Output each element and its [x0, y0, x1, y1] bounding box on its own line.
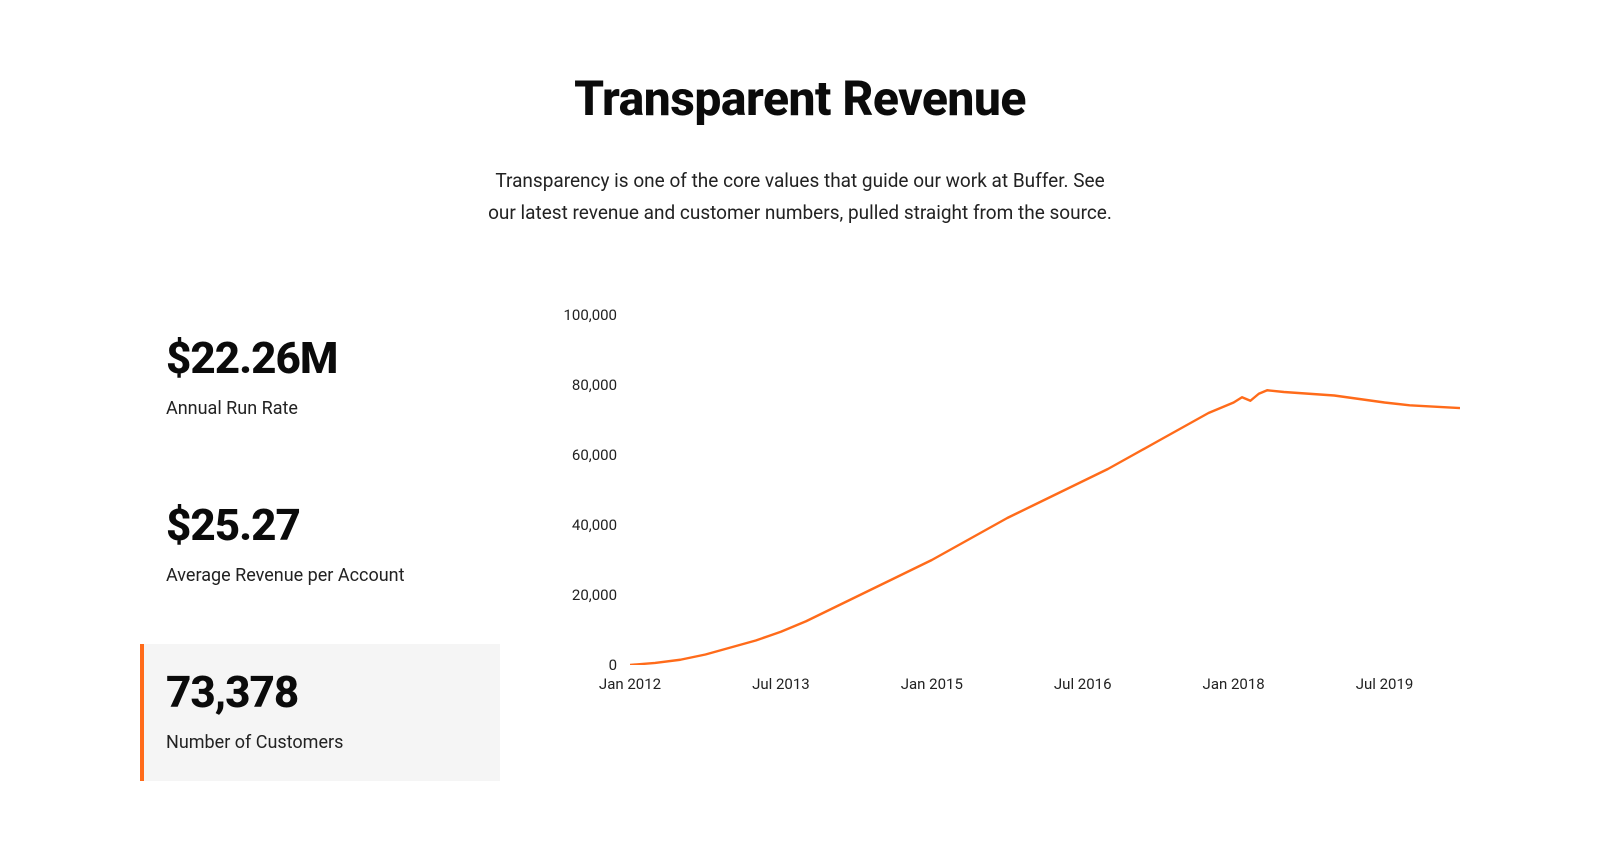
- chart-x-tick: Jul 2019: [1356, 675, 1414, 693]
- stat-arr-label: Annual Run Rate: [166, 398, 478, 419]
- chart-plot: [630, 315, 1460, 665]
- chart-line-svg: [630, 315, 1460, 665]
- stat-arpa[interactable]: $25.27 Average Revenue per Account: [140, 477, 500, 614]
- chart-y-tick: 40,000: [572, 516, 617, 534]
- header: Transparent Revenue Transparency is one …: [140, 70, 1460, 230]
- chart-y-tick: 100,000: [563, 306, 617, 324]
- chart-y-tick: 20,000: [572, 586, 617, 604]
- chart-x-tick: Jan 2018: [1203, 675, 1265, 693]
- page-title: Transparent Revenue: [140, 70, 1460, 127]
- chart-y-tick: 0: [609, 656, 617, 674]
- stats-column: $22.26M Annual Run Rate $25.27 Average R…: [140, 310, 500, 811]
- chart-x-tick: Jan 2012: [599, 675, 661, 693]
- chart-x-axis: Jan 2012Jul 2013Jan 2015Jul 2016Jan 2018…: [630, 675, 1460, 705]
- stat-arr[interactable]: $22.26M Annual Run Rate: [140, 310, 500, 447]
- chart-y-tick: 60,000: [572, 446, 617, 464]
- stat-arr-value: $22.26M: [166, 332, 478, 384]
- stat-arpa-value: $25.27: [166, 499, 478, 551]
- chart-x-tick: Jul 2013: [752, 675, 810, 693]
- stat-arpa-label: Average Revenue per Account: [166, 565, 478, 586]
- chart-x-tick: Jan 2015: [901, 675, 963, 693]
- stat-customers[interactable]: 73,378 Number of Customers: [140, 644, 500, 781]
- chart-series-customers: [630, 390, 1460, 665]
- page-subtitle: Transparency is one of the core values t…: [480, 165, 1120, 230]
- chart-y-axis: 020,00040,00060,00080,000100,000: [550, 310, 625, 670]
- chart-area: 020,00040,00060,00080,000100,000 Jan 201…: [550, 310, 1460, 730]
- stat-customers-value: 73,378: [166, 666, 478, 718]
- page-container: Transparent Revenue Transparency is one …: [0, 0, 1600, 851]
- chart-x-tick: Jul 2016: [1054, 675, 1112, 693]
- stat-customers-label: Number of Customers: [166, 732, 478, 753]
- content-row: $22.26M Annual Run Rate $25.27 Average R…: [140, 310, 1460, 811]
- chart-y-tick: 80,000: [572, 376, 617, 394]
